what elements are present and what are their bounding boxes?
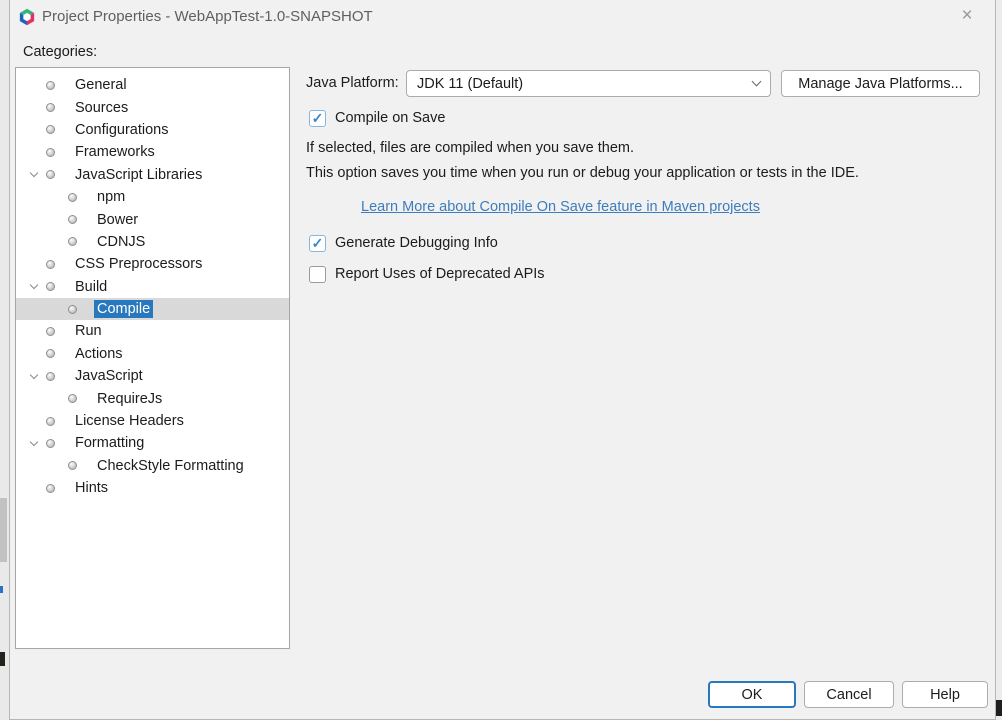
tree-item-label: CDNJS xyxy=(94,233,148,251)
title-bar: Project Properties - WebAppTest-1.0-SNAP… xyxy=(10,0,995,36)
tree-item-label: Bower xyxy=(94,211,141,229)
tree-item[interactable]: Sources xyxy=(16,96,289,118)
java-platform-value: JDK 11 (Default) xyxy=(417,76,753,92)
tree-item-label: JavaScript xyxy=(72,367,146,385)
chevron-down-icon xyxy=(752,77,762,87)
checkmark-icon: ✓ xyxy=(312,236,324,250)
categories-tree: General Sources Configurations Framework… xyxy=(15,67,290,649)
chevron-down-icon[interactable] xyxy=(22,375,46,378)
tree-item[interactable]: Hints xyxy=(16,477,289,499)
screen: Project Properties - WebAppTest-1.0-SNAP… xyxy=(0,0,1002,720)
info-text-line1: If selected, files are compiled when you… xyxy=(306,140,634,156)
category-bullet-icon xyxy=(46,125,55,134)
tree-item[interactable]: License Headers xyxy=(16,410,289,432)
generate-debugging-row: ✓ Generate Debugging Info xyxy=(309,233,498,253)
tree-item[interactable]: Run xyxy=(16,320,289,342)
category-bullet-icon xyxy=(46,81,55,90)
chevron-down-icon[interactable] xyxy=(22,173,46,176)
java-platform-label: Java Platform: xyxy=(306,70,399,97)
tree-item[interactable]: Frameworks xyxy=(16,141,289,163)
tree-item[interactable]: CSS Preprocessors xyxy=(16,253,289,275)
tree-item[interactable]: Compile xyxy=(16,298,289,320)
category-bullet-icon xyxy=(46,282,55,291)
window-title: Project Properties - WebAppTest-1.0-SNAP… xyxy=(42,8,373,25)
tree-item-label: Actions xyxy=(72,345,126,363)
tree-item[interactable]: CDNJS xyxy=(16,231,289,253)
compile-on-save-checkbox[interactable]: ✓ xyxy=(309,110,326,127)
tree-item[interactable]: CheckStyle Formatting xyxy=(16,455,289,477)
background-speck xyxy=(0,652,5,666)
tree-item-label: License Headers xyxy=(72,412,187,430)
ok-button[interactable]: OK xyxy=(708,681,796,708)
background-app-strip xyxy=(0,0,9,720)
category-bullet-icon xyxy=(68,394,77,403)
compile-on-save-label: Compile on Save xyxy=(335,110,445,126)
tree-item[interactable]: Formatting xyxy=(16,432,289,454)
tree-item[interactable]: Bower xyxy=(16,208,289,230)
info-text-line2: This option saves you time when you run … xyxy=(306,165,859,181)
tree-item[interactable]: General xyxy=(16,74,289,96)
tree-item[interactable]: RequireJs xyxy=(16,387,289,409)
chevron-down-icon[interactable] xyxy=(22,442,46,445)
tree-item-label: RequireJs xyxy=(94,390,165,408)
report-deprecated-checkbox[interactable]: ✓ xyxy=(309,266,326,283)
category-bullet-icon xyxy=(46,170,55,179)
tree-item[interactable]: JavaScript xyxy=(16,365,289,387)
tree-item[interactable]: Configurations xyxy=(16,119,289,141)
category-bullet-icon xyxy=(46,417,55,426)
category-bullet-icon xyxy=(46,349,55,358)
tree-item[interactable]: npm xyxy=(16,186,289,208)
report-deprecated-row: ✓ Report Uses of Deprecated APIs xyxy=(309,264,545,284)
tree-item[interactable]: Build xyxy=(16,276,289,298)
category-bullet-icon xyxy=(46,484,55,493)
tree-item-label: CSS Preprocessors xyxy=(72,255,205,273)
tree-item-label: Build xyxy=(72,278,110,296)
category-bullet-icon xyxy=(46,260,55,269)
generate-debugging-label: Generate Debugging Info xyxy=(335,235,498,251)
category-bullet-icon xyxy=(68,305,77,314)
category-bullet-icon xyxy=(68,215,77,224)
tree-item-label: Run xyxy=(72,322,105,340)
category-bullet-icon xyxy=(68,193,77,202)
background-speck xyxy=(0,586,3,593)
category-bullet-icon xyxy=(46,372,55,381)
tree-item-label: Hints xyxy=(72,479,111,497)
learn-more-link[interactable]: Learn More about Compile On Save feature… xyxy=(361,199,760,215)
tree-item-label: Sources xyxy=(72,99,131,117)
category-bullet-icon xyxy=(68,461,77,470)
category-bullet-icon xyxy=(46,103,55,112)
close-icon[interactable]: × xyxy=(955,5,979,27)
java-platform-select[interactable]: JDK 11 (Default) xyxy=(406,70,771,97)
tree-item-label: JavaScript Libraries xyxy=(72,166,205,184)
tree-item-label: Configurations xyxy=(72,121,172,139)
chevron-down-icon[interactable] xyxy=(22,285,46,288)
netbeans-logo-icon xyxy=(18,8,36,26)
category-bullet-icon xyxy=(46,439,55,448)
tree-item-label: npm xyxy=(94,188,128,206)
category-bullet-icon xyxy=(46,327,55,336)
tree-item-label: CheckStyle Formatting xyxy=(94,457,247,475)
category-bullet-icon xyxy=(68,237,77,246)
tree-item-label: Formatting xyxy=(72,434,147,452)
categories-label: Categories: xyxy=(23,44,97,60)
tree-item[interactable]: Actions xyxy=(16,343,289,365)
generate-debugging-checkbox[interactable]: ✓ xyxy=(309,235,326,252)
cancel-button[interactable]: Cancel xyxy=(804,681,894,708)
tree-item[interactable]: JavaScript Libraries xyxy=(16,164,289,186)
project-properties-dialog: Project Properties - WebAppTest-1.0-SNAP… xyxy=(9,0,996,720)
report-deprecated-label: Report Uses of Deprecated APIs xyxy=(335,266,545,282)
tree-item-label: General xyxy=(72,76,130,94)
checkmark-icon: ✓ xyxy=(312,111,324,125)
compile-on-save-row: ✓ Compile on Save xyxy=(309,108,445,128)
help-button[interactable]: Help xyxy=(902,681,988,708)
tree-item-label: Compile xyxy=(94,300,153,318)
category-bullet-icon xyxy=(46,148,55,157)
background-scrollbar-thumb xyxy=(0,498,7,562)
manage-java-platforms-button[interactable]: Manage Java Platforms... xyxy=(781,70,980,97)
tree-item-label: Frameworks xyxy=(72,143,158,161)
background-corner xyxy=(996,700,1002,716)
